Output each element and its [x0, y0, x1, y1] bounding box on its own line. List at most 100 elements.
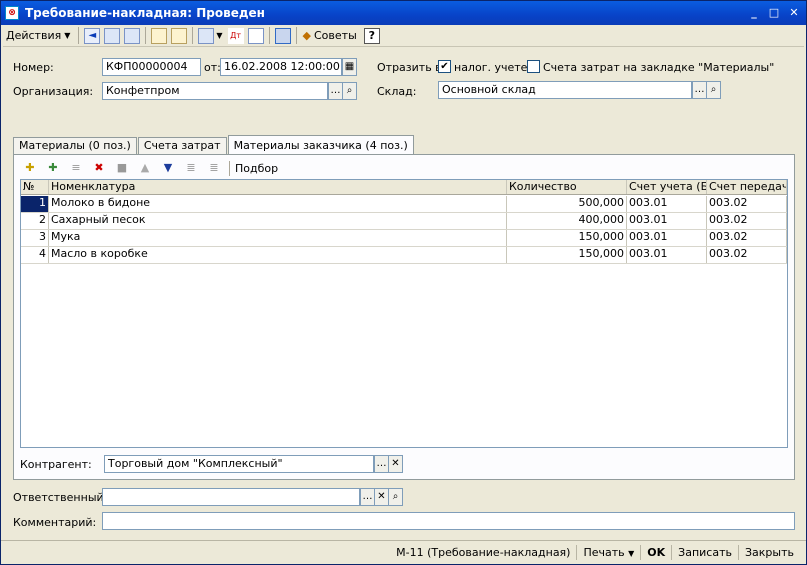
number-field[interactable]: КФП00000004 [102, 58, 201, 76]
column-header-number[interactable]: № [21, 180, 49, 194]
cost-accounts-label: Счета затрат на закладке "Материалы" [543, 61, 775, 74]
column-header-nomenclature[interactable]: Номенклатура [49, 180, 507, 194]
tips-icon: ◆ [302, 29, 311, 42]
actions-label: Действия [6, 29, 62, 42]
app-icon: ⊗ [5, 6, 19, 20]
row-number-cell[interactable]: 3 [21, 230, 49, 246]
warehouse-label: Склад: [377, 85, 417, 98]
select-ellipsis-icon[interactable]: … [692, 81, 707, 99]
nomenclature-cell[interactable]: Сахарный песок [49, 213, 507, 229]
tab-cost-accounts[interactable]: Счета затрат [137, 137, 227, 154]
row-number-cell[interactable]: 2 [21, 213, 49, 229]
tips-button[interactable]: ◆ Советы [300, 26, 360, 45]
counterparty-field[interactable]: Торговый дом "Комплексный" [104, 455, 374, 473]
table-row[interactable]: 4 Масло в коробке 150,000 003.01 003.02 [21, 247, 787, 264]
materials-table[interactable]: № Номенклатура Количество Счет учета (БУ… [20, 179, 788, 448]
chevron-down-icon[interactable]: ▼ [216, 31, 222, 40]
calendar-icon[interactable]: ▦ [342, 58, 357, 76]
date-field[interactable]: 16.02.2008 12:00:00 [220, 58, 342, 76]
nomenclature-cell[interactable]: Масло в коробке [49, 247, 507, 263]
transfer-account-cell[interactable]: 003.02 [707, 196, 787, 212]
clear-field-icon[interactable]: ✕ [374, 488, 389, 506]
clear-icon[interactable] [171, 27, 188, 44]
clear-field-icon[interactable]: ✕ [388, 455, 403, 473]
tab-panel: ✚ ✚ ≡ ✖ ■ ▲ ▼ ≣ ≣ Подбор № Номенклатура … [13, 154, 795, 480]
organization-field[interactable]: Конфетпром [102, 82, 328, 100]
row-number-cell[interactable]: 1 [21, 196, 49, 212]
select-ellipsis-icon[interactable]: … [360, 488, 375, 506]
end-edit-icon[interactable]: ■ [114, 160, 130, 176]
tab-materials[interactable]: Материалы (0 поз.) [13, 137, 137, 154]
account-cell[interactable]: 003.01 [627, 230, 707, 246]
transfer-account-cell[interactable]: 003.02 [707, 230, 787, 246]
quantity-cell[interactable]: 500,000 [507, 196, 627, 212]
quantity-cell[interactable]: 400,000 [507, 213, 627, 229]
window-title: Требование-накладная: Проведен [25, 6, 265, 20]
quantity-cell[interactable]: 150,000 [507, 230, 627, 246]
comment-field[interactable] [102, 512, 795, 530]
select-button[interactable]: Подбор [235, 162, 278, 175]
save-button[interactable]: Записать [671, 545, 738, 560]
tab-strip: Материалы (0 поз.) Счета затрат Материал… [13, 135, 415, 154]
table-row[interactable]: 1 Молоко в бидоне 500,000 003.01 003.02 [21, 196, 787, 213]
based-on-icon[interactable] [198, 27, 215, 44]
minimize-icon[interactable]: _ [746, 5, 762, 21]
reflect-label: Отразить в: [377, 61, 446, 74]
row-number-cell[interactable]: 4 [21, 247, 49, 263]
column-header-account[interactable]: Счет учета (БУ) [627, 180, 707, 194]
back-arrow-icon[interactable]: ◄ [84, 27, 101, 44]
organization-label: Организация: [13, 85, 94, 98]
tips-label: Советы [314, 29, 357, 42]
account-cell[interactable]: 003.01 [627, 247, 707, 263]
nomenclature-cell[interactable]: Мука [49, 230, 507, 246]
structure-icon[interactable] [274, 27, 291, 44]
fill-icon[interactable] [151, 27, 168, 44]
transfer-account-cell[interactable]: 003.02 [707, 247, 787, 263]
ok-button[interactable]: OK [640, 545, 671, 560]
column-header-transfer-account[interactable]: Счет передач... [707, 180, 787, 194]
table-header: № Номенклатура Количество Счет учета (БУ… [21, 180, 787, 195]
quantity-cell[interactable]: 150,000 [507, 247, 627, 263]
actions-menu-button[interactable]: Действия ▼ [3, 26, 73, 45]
move-up-icon[interactable]: ▲ [137, 160, 153, 176]
sort-desc-icon[interactable]: ≣ [206, 160, 222, 176]
account-cell[interactable]: 003.01 [627, 196, 707, 212]
print-form-button[interactable]: М-11 (Требование-накладная) [390, 545, 576, 560]
dt-kt-icon[interactable]: Дт [227, 27, 244, 44]
responsible-field[interactable] [102, 488, 360, 506]
edit-row-icon[interactable]: ≡ [68, 160, 84, 176]
copy-row-icon[interactable]: ✚ [45, 160, 61, 176]
search-icon[interactable]: ⌕ [706, 81, 721, 99]
cost-accounts-checkbox[interactable] [527, 60, 540, 73]
tab-customer-materials[interactable]: Материалы заказчика (4 поз.) [227, 135, 414, 154]
transfer-account-cell[interactable]: 003.02 [707, 213, 787, 229]
table-row[interactable]: 2 Сахарный песок 400,000 003.01 003.02 [21, 213, 787, 230]
warehouse-field[interactable]: Основной склад [438, 81, 692, 99]
close-icon[interactable]: ✕ [786, 5, 802, 21]
comment-label: Комментарий: [13, 516, 97, 529]
chevron-down-icon: ▼ [628, 549, 635, 558]
select-ellipsis-icon[interactable]: … [328, 82, 343, 100]
search-icon[interactable]: ⌕ [342, 82, 357, 100]
account-cell[interactable]: 003.01 [627, 213, 707, 229]
tax-accounting-checkbox[interactable]: ✔ [438, 60, 451, 73]
print-button[interactable]: Печать ▼ [576, 545, 640, 560]
help-icon[interactable]: ? [363, 27, 380, 44]
print-label: Печать [583, 546, 625, 559]
close-button[interactable]: Закрыть [738, 545, 800, 560]
search-icon[interactable]: ⌕ [388, 488, 403, 506]
document-icon[interactable] [247, 27, 264, 44]
sort-asc-icon[interactable]: ≣ [183, 160, 199, 176]
refresh-icon[interactable] [124, 27, 141, 44]
edit-icon[interactable] [104, 27, 121, 44]
column-header-quantity[interactable]: Количество [507, 180, 627, 194]
delete-row-icon[interactable]: ✖ [91, 160, 107, 176]
select-ellipsis-icon[interactable]: … [374, 455, 389, 473]
move-down-icon[interactable]: ▼ [160, 160, 176, 176]
table-row[interactable]: 3 Мука 150,000 003.01 003.02 [21, 230, 787, 247]
nomenclature-cell[interactable]: Молоко в бидоне [49, 196, 507, 212]
add-row-icon[interactable]: ✚ [22, 160, 38, 176]
main-toolbar: Действия ▼ ◄ ▼ Дт ◆ Советы ? [3, 25, 804, 47]
chevron-down-icon: ▼ [64, 31, 71, 40]
maximize-icon[interactable]: □ [766, 5, 782, 21]
